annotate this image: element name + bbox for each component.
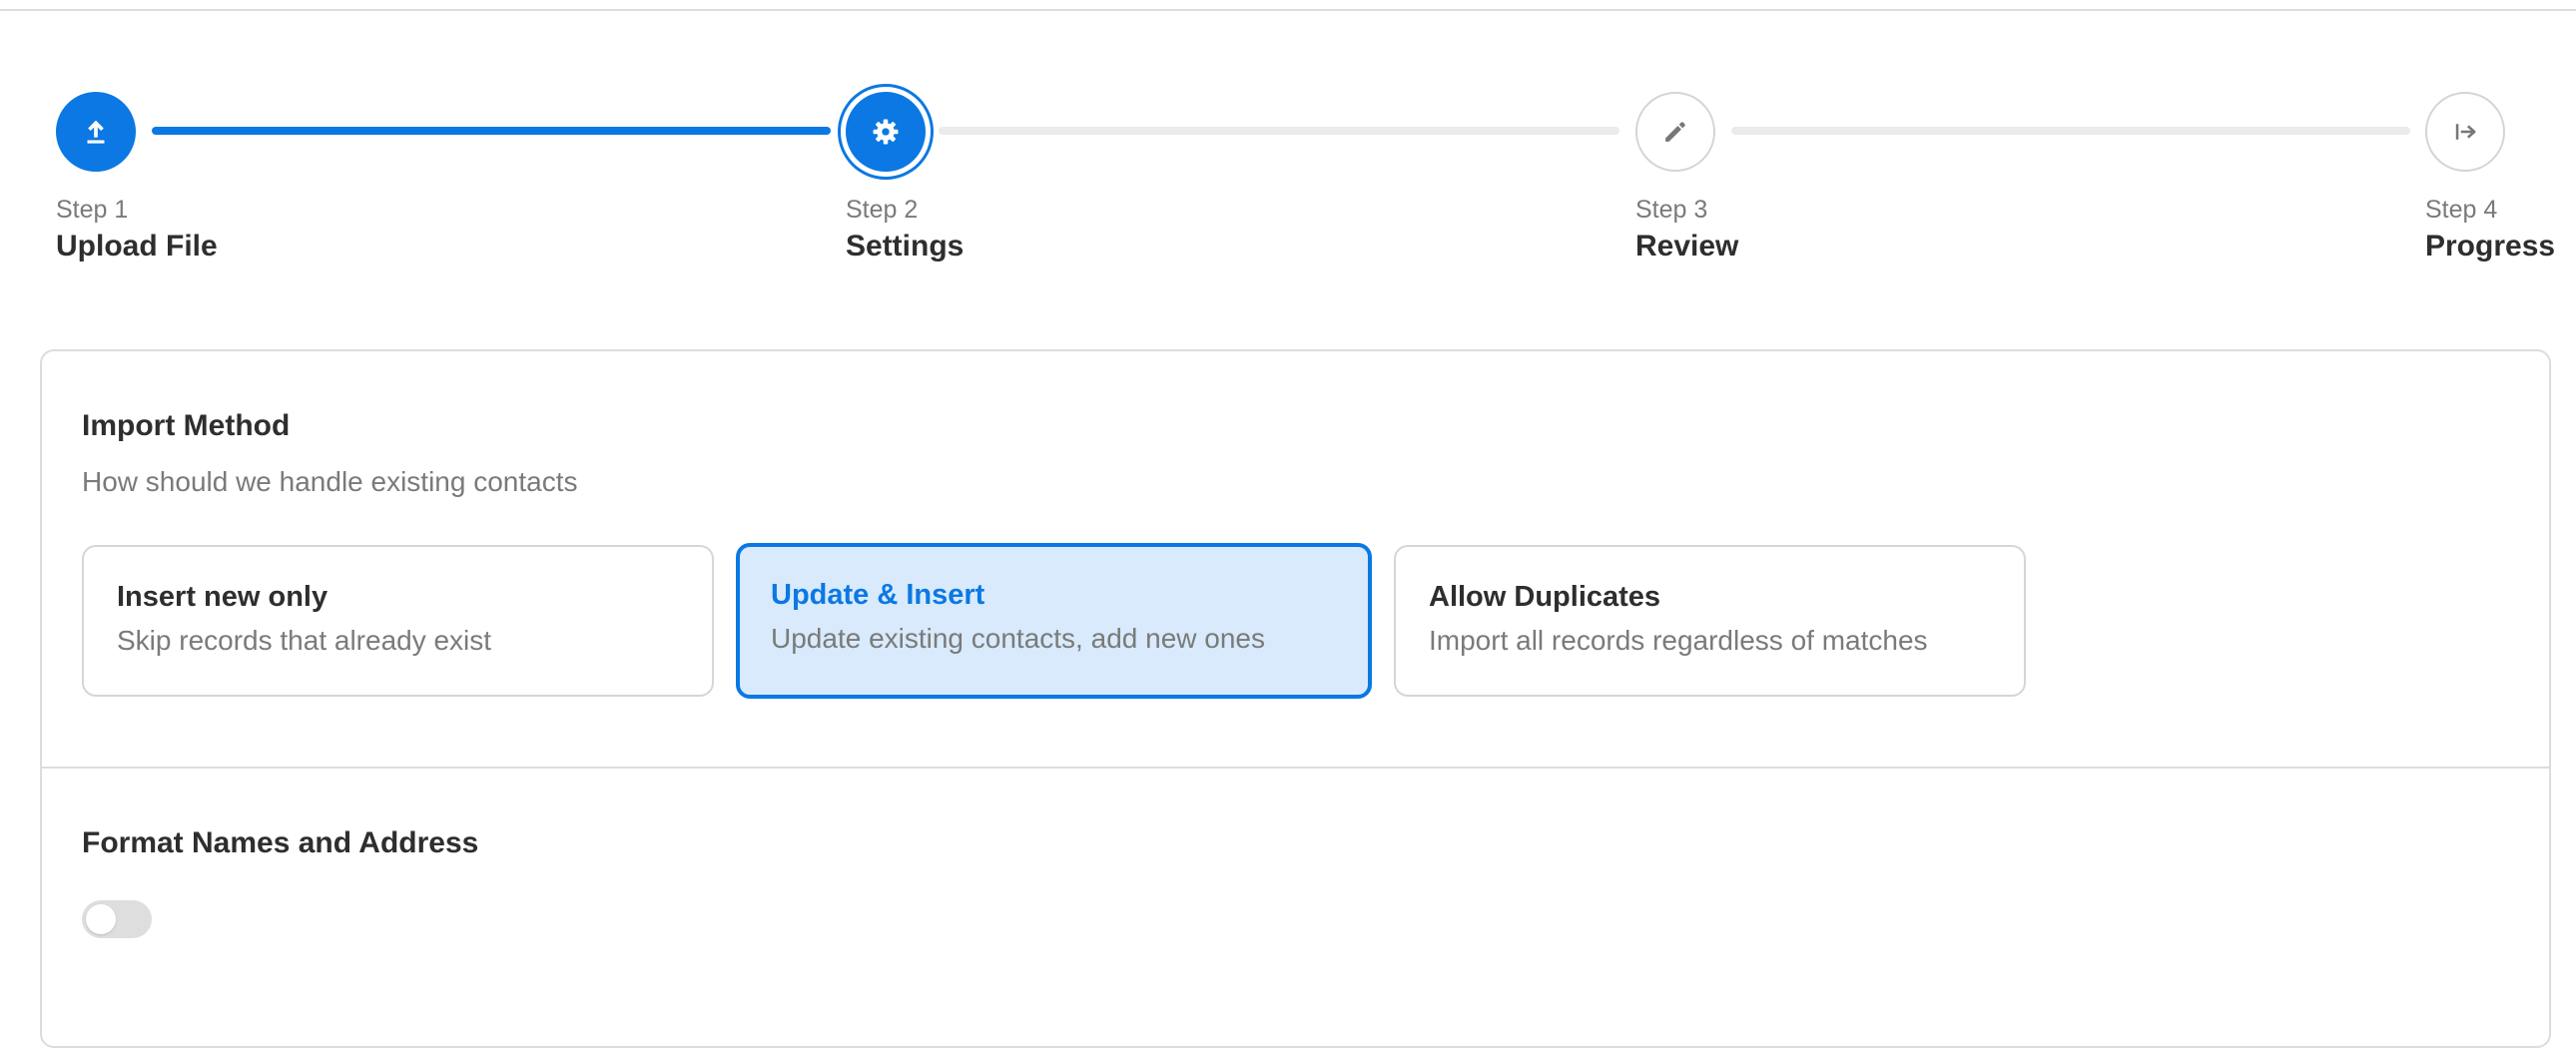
option-allow-duplicates[interactable]: Allow Duplicates Import all records rega… [1394, 545, 2026, 697]
import-method-title: Import Method [82, 409, 291, 442]
option-title: Allow Duplicates [1429, 581, 1661, 613]
upload-icon [87, 120, 105, 144]
import-stepper: Step 1 Upload File Step 2 Settings Step … [0, 0, 2576, 299]
step-3-circle[interactable] [1635, 92, 1715, 172]
gear-icon [873, 119, 899, 145]
section-divider [42, 767, 2549, 769]
step-1-title: Upload File [56, 230, 218, 262]
toggle-knob [86, 904, 116, 934]
option-title: Update & Insert [771, 579, 985, 611]
format-names-toggle[interactable] [82, 900, 152, 938]
step-3-title: Review [1635, 230, 1739, 262]
connector-3-4 [1731, 127, 2410, 135]
option-description: Skip records that already exist [117, 625, 492, 656]
connector-1-2 [152, 127, 831, 135]
step-4-circle[interactable] [2425, 92, 2505, 172]
option-description: Update existing contacts, add new ones [771, 623, 1265, 654]
step-4-number: Step 4 [2425, 196, 2498, 224]
pencil-icon [1665, 122, 1685, 142]
step-2-title: Settings [846, 230, 965, 262]
format-names-title: Format Names and Address [82, 826, 479, 859]
option-description: Import all records regardless of matches [1429, 625, 1928, 656]
arrow-right-to-bar-icon [2455, 124, 2476, 140]
option-update-and-insert[interactable]: Update & Insert Update existing contacts… [736, 543, 1372, 699]
step-4-title: Progress [2425, 230, 2556, 262]
option-insert-new-only[interactable]: Insert new only Skip records that alread… [82, 545, 714, 697]
option-title: Insert new only [117, 581, 328, 613]
step-2-number: Step 2 [846, 196, 919, 224]
connector-2-3 [939, 127, 1619, 135]
step-1-circle[interactable] [56, 92, 136, 172]
step-2-circle[interactable] [846, 92, 926, 172]
step-3-number: Step 3 [1635, 196, 1708, 224]
step-1-number: Step 1 [56, 196, 129, 224]
import-method-subtitle: How should we handle existing contacts [82, 466, 578, 497]
import-settings-panel [40, 349, 2551, 1048]
